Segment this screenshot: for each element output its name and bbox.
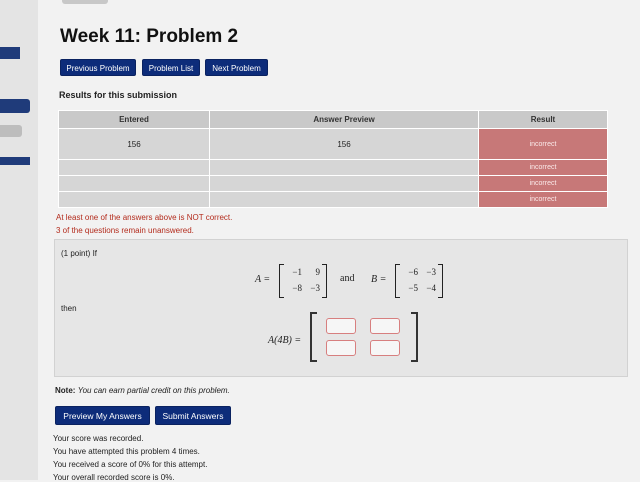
table-row: incorrect — [58, 175, 608, 192]
matrix-b-cell: −4 — [426, 283, 436, 293]
problem-list-button[interactable]: Problem List — [142, 59, 200, 76]
preview-cell — [209, 175, 479, 192]
table-row: incorrect — [58, 159, 608, 176]
sidebar-item[interactable] — [0, 99, 30, 113]
sidebar-item[interactable] — [0, 125, 22, 137]
matrix-b-cell: −6 — [408, 267, 418, 277]
page-title: Week 11: Problem 2 — [60, 26, 239, 47]
sidebar-item[interactable] — [0, 47, 20, 59]
entered-cell — [58, 175, 210, 192]
matrix-a-cell: −1 — [292, 267, 302, 277]
matrix-b-label: B = — [371, 274, 387, 285]
note-label: Note: — [55, 386, 76, 395]
preview-answers-button[interactable]: Preview My Answers — [55, 406, 150, 425]
results-header-row: Entered Answer Preview Result — [58, 110, 608, 129]
problem-box: (1 point) If A = −1 9 −8 −3 and B = −6 −… — [54, 239, 628, 377]
result-cell: incorrect — [478, 175, 608, 192]
entered-cell — [58, 159, 210, 176]
status-overall-score: Your overall recorded score is 0%. — [53, 473, 175, 482]
matrix-a-brackets: −1 9 −8 −3 — [279, 264, 327, 298]
result-cell: incorrect — [478, 128, 608, 160]
entered-cell — [58, 191, 210, 208]
status-attempts: You have attempted this problem 4 times. — [53, 447, 200, 456]
next-problem-button[interactable]: Next Problem — [205, 59, 268, 76]
matrix-a-cell: −8 — [292, 283, 302, 293]
answer-matrix — [310, 312, 418, 362]
matrix-a-label: A = — [255, 274, 271, 285]
preview-cell: 156 — [209, 128, 479, 160]
matrix-a-cell: 9 — [315, 267, 321, 277]
matrix-b-brackets: −6 −3 −5 −4 — [395, 264, 443, 298]
note-text: You can earn partial credit on this prob… — [77, 386, 230, 395]
results-table: Entered Answer Preview Result 156 156 in… — [58, 110, 608, 208]
results-heading: Results for this submission — [59, 90, 178, 100]
submit-answers-button[interactable]: Submit Answers — [155, 406, 231, 425]
answer-input-r2c1[interactable] — [326, 340, 356, 356]
and-word: and — [340, 273, 355, 284]
previous-problem-button[interactable]: Previous Problem — [60, 59, 136, 76]
preview-cell — [209, 159, 479, 176]
result-cell: incorrect — [478, 191, 608, 208]
table-row: 156 156 incorrect — [58, 128, 608, 160]
table-row: incorrect — [58, 191, 608, 208]
problem-intro: (1 point) If — [61, 249, 98, 258]
not-correct-message: At least one of the answers above is NOT… — [56, 213, 233, 222]
sidebar-item[interactable] — [0, 157, 30, 165]
sidebar — [0, 0, 38, 480]
matrix-a-cell: −3 — [310, 283, 320, 293]
unanswered-message: 3 of the questions remain unanswered. — [56, 226, 194, 235]
header-entered: Entered — [58, 110, 210, 129]
matrix-b-cell: −3 — [426, 267, 436, 277]
matrix-b-cell: −5 — [408, 283, 418, 293]
top-tab[interactable] — [62, 0, 108, 4]
entered-cell: 156 — [58, 128, 210, 160]
answer-label: A(4B) = — [268, 335, 302, 346]
then-label: then — [61, 304, 77, 313]
status-attempt-score: You received a score of 0% for this atte… — [53, 460, 208, 469]
preview-cell — [209, 191, 479, 208]
answer-input-r2c2[interactable] — [370, 340, 400, 356]
answer-input-r1c2[interactable] — [370, 318, 400, 334]
result-cell: incorrect — [478, 159, 608, 176]
status-recorded: Your score was recorded. — [53, 434, 144, 443]
answer-input-r1c1[interactable] — [326, 318, 356, 334]
header-result: Result — [478, 110, 608, 129]
partial-credit-note: Note: You can earn partial credit on thi… — [55, 386, 230, 395]
header-answer-preview: Answer Preview — [209, 110, 479, 129]
